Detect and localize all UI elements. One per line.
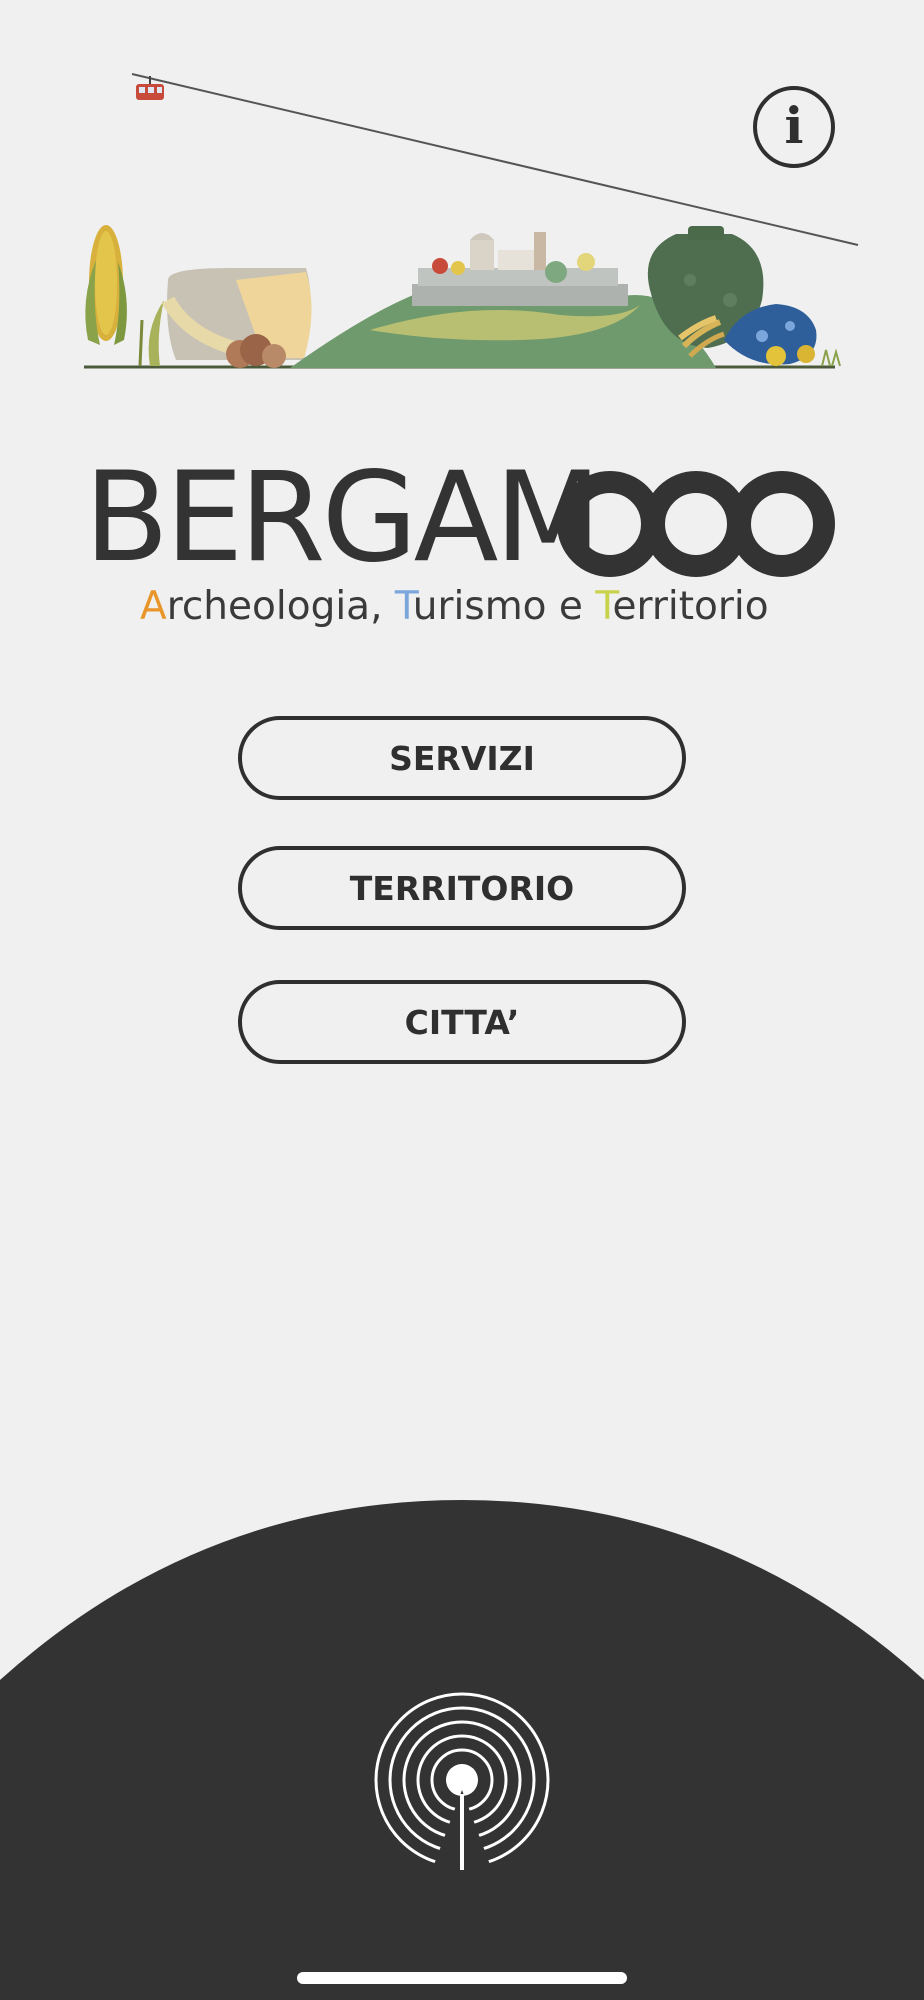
citta-button[interactable]: CITTA’	[238, 980, 686, 1064]
hero-illustration	[0, 0, 924, 390]
tagline-initial-t: T	[394, 584, 413, 629]
tagline-initial-t2: T	[595, 584, 613, 629]
home-indicator[interactable]	[297, 1972, 627, 1984]
info-button[interactable]: i	[753, 86, 835, 168]
tagline-part-1: rcheologia,	[166, 584, 395, 629]
nfc-scan-button[interactable]	[372, 1690, 552, 1870]
tagline-part-2: urismo e	[412, 584, 596, 629]
logo-text: BERGAM	[84, 446, 601, 590]
nfc-icon	[374, 1692, 550, 1870]
corn-icon	[85, 225, 164, 367]
tagline-part-3: erritorio	[612, 584, 769, 629]
app-tagline: Archeologia, Turismo e Territorio	[140, 584, 830, 629]
app-screen: i BERGAM Archeologia, Turismo e Territor…	[0, 0, 924, 2000]
logo-wordmark: BERGAM	[84, 446, 601, 590]
info-icon: i	[784, 95, 804, 155]
territorio-button[interactable]: TERRITORIO	[238, 846, 686, 930]
tagline-initial-a: A	[140, 584, 167, 629]
servizi-button[interactable]: SERVIZI	[238, 716, 686, 800]
cable-line	[131, 73, 859, 246]
logo-rings-icon	[557, 471, 835, 577]
city-walls-icon	[412, 232, 628, 306]
app-logo: BERGAM Archeologia, Turismo e Territorio	[84, 446, 844, 636]
